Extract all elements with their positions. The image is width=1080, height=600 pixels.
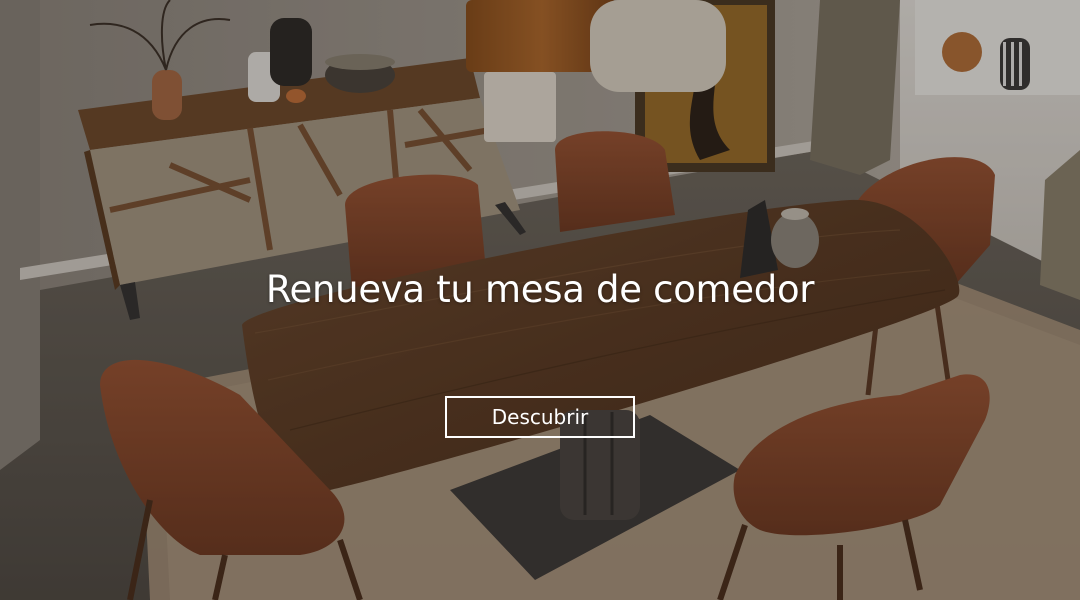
banner-title: Renueva tu mesa de comedor — [265, 268, 815, 311]
hero-banner[interactable]: Renueva tu mesa de comedor Descubrir — [0, 0, 1080, 600]
discover-button[interactable]: Descubrir — [445, 396, 635, 438]
hero-content: Renueva tu mesa de comedor Descubrir — [0, 0, 1080, 600]
